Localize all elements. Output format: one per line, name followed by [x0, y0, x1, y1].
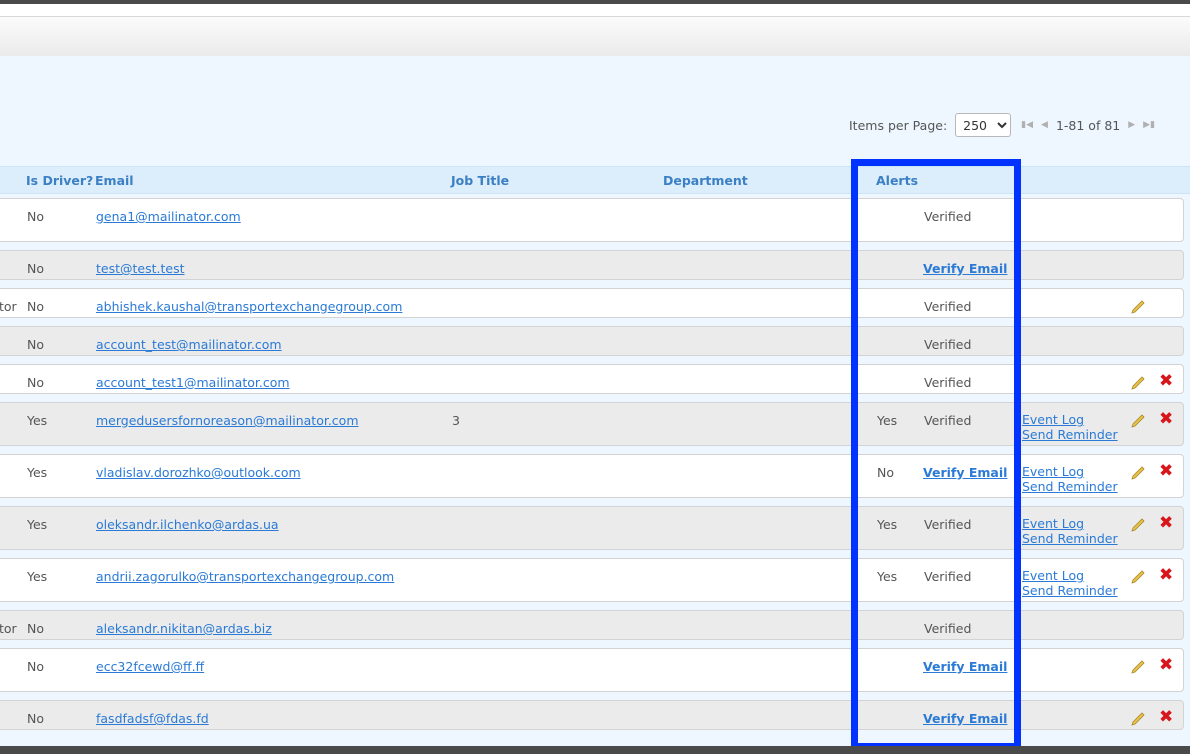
- col-is-driver[interactable]: Is Driver?: [26, 173, 93, 188]
- pencil-icon[interactable]: [1129, 516, 1147, 534]
- close-icon[interactable]: ✖: [1159, 565, 1173, 585]
- role-cell: tor: [0, 621, 17, 636]
- send-reminder-link[interactable]: Send Reminder: [1022, 479, 1118, 494]
- role-cell: tor: [0, 299, 17, 314]
- email-link[interactable]: account_test1@mailinator.com: [96, 375, 290, 390]
- email-link[interactable]: andrii.zagorulko@transportexchangegroup.…: [96, 569, 394, 584]
- row-actions-links: Event Log Send Reminder: [1022, 412, 1118, 442]
- close-icon[interactable]: ✖: [1159, 655, 1173, 675]
- first-page-icon[interactable]: ▮◀: [1021, 120, 1033, 130]
- col-department[interactable]: Department: [663, 173, 748, 188]
- is-driver-cell: Yes: [27, 413, 48, 428]
- is-driver-cell: No: [27, 337, 44, 352]
- is-driver-cell: No: [27, 375, 44, 390]
- prev-page-icon[interactable]: ◀: [1041, 120, 1048, 130]
- email-link[interactable]: test@test.test: [96, 261, 185, 276]
- is-driver-cell: No: [27, 209, 44, 224]
- alerts-column-highlight: [851, 159, 1021, 746]
- email-link[interactable]: gena1@mailinator.com: [96, 209, 241, 224]
- email-link[interactable]: aleksandr.nikitan@ardas.biz: [96, 621, 272, 636]
- close-icon[interactable]: ✖: [1159, 707, 1173, 727]
- pagination: Items per Page: 250 ▮◀ ◀ 1-81 of 81 ▶ ▶▮: [849, 112, 1155, 138]
- toolbar: [0, 16, 1190, 60]
- email-link[interactable]: oleksandr.ilchenko@ardas.ua: [96, 517, 279, 532]
- row-actions-links: Event Log Send Reminder: [1022, 516, 1118, 546]
- close-icon[interactable]: ✖: [1159, 371, 1173, 391]
- col-email[interactable]: Email: [95, 173, 134, 188]
- job-title-cell: 3: [452, 413, 460, 428]
- event-log-link[interactable]: Event Log: [1022, 568, 1118, 583]
- email-link[interactable]: ecc32fcewd@ff.ff: [96, 659, 204, 674]
- pencil-icon[interactable]: [1129, 298, 1147, 316]
- last-page-icon[interactable]: ▶▮: [1143, 120, 1155, 130]
- col-job-title[interactable]: Job Title: [451, 173, 509, 188]
- close-icon[interactable]: ✖: [1159, 461, 1173, 481]
- email-link[interactable]: vladislav.dorozhko@outlook.com: [96, 465, 301, 480]
- row-actions-links: Event Log Send Reminder: [1022, 464, 1118, 494]
- send-reminder-link[interactable]: Send Reminder: [1022, 531, 1118, 546]
- send-reminder-link[interactable]: Send Reminder: [1022, 583, 1118, 598]
- is-driver-cell: Yes: [27, 569, 48, 584]
- send-reminder-link[interactable]: Send Reminder: [1022, 427, 1118, 442]
- email-link[interactable]: account_test@mailinator.com: [96, 337, 282, 352]
- is-driver-cell: Yes: [27, 465, 48, 480]
- pencil-icon[interactable]: [1129, 658, 1147, 676]
- next-page-icon[interactable]: ▶: [1128, 120, 1135, 130]
- pencil-icon[interactable]: [1129, 568, 1147, 586]
- is-driver-cell: Yes: [27, 517, 48, 532]
- is-driver-cell: No: [27, 659, 44, 674]
- page: Items per Page: 250 ▮◀ ◀ 1-81 of 81 ▶ ▶▮…: [0, 4, 1190, 746]
- row-actions-links: Event Log Send Reminder: [1022, 568, 1118, 598]
- event-log-link[interactable]: Event Log: [1022, 464, 1118, 479]
- items-per-page-label: Items per Page:: [849, 117, 948, 133]
- close-icon[interactable]: ✖: [1159, 513, 1173, 533]
- is-driver-cell: No: [27, 299, 44, 314]
- email-link[interactable]: mergedusersfornoreason@mailinator.com: [96, 413, 359, 428]
- page-range: 1-81 of 81: [1055, 117, 1121, 133]
- is-driver-cell: No: [27, 711, 44, 726]
- is-driver-cell: No: [27, 621, 44, 636]
- pencil-icon[interactable]: [1129, 710, 1147, 728]
- pencil-icon[interactable]: [1129, 464, 1147, 482]
- pencil-icon[interactable]: [1129, 412, 1147, 430]
- is-driver-cell: No: [27, 261, 44, 276]
- pencil-icon[interactable]: [1129, 374, 1147, 392]
- close-icon[interactable]: ✖: [1159, 409, 1173, 429]
- items-per-page-select[interactable]: 250: [955, 113, 1012, 137]
- email-link[interactable]: fasdfadsf@fdas.fd: [96, 711, 209, 726]
- email-link[interactable]: abhishek.kaushal@transportexchangegroup.…: [96, 299, 402, 314]
- event-log-link[interactable]: Event Log: [1022, 412, 1118, 427]
- event-log-link[interactable]: Event Log: [1022, 516, 1118, 531]
